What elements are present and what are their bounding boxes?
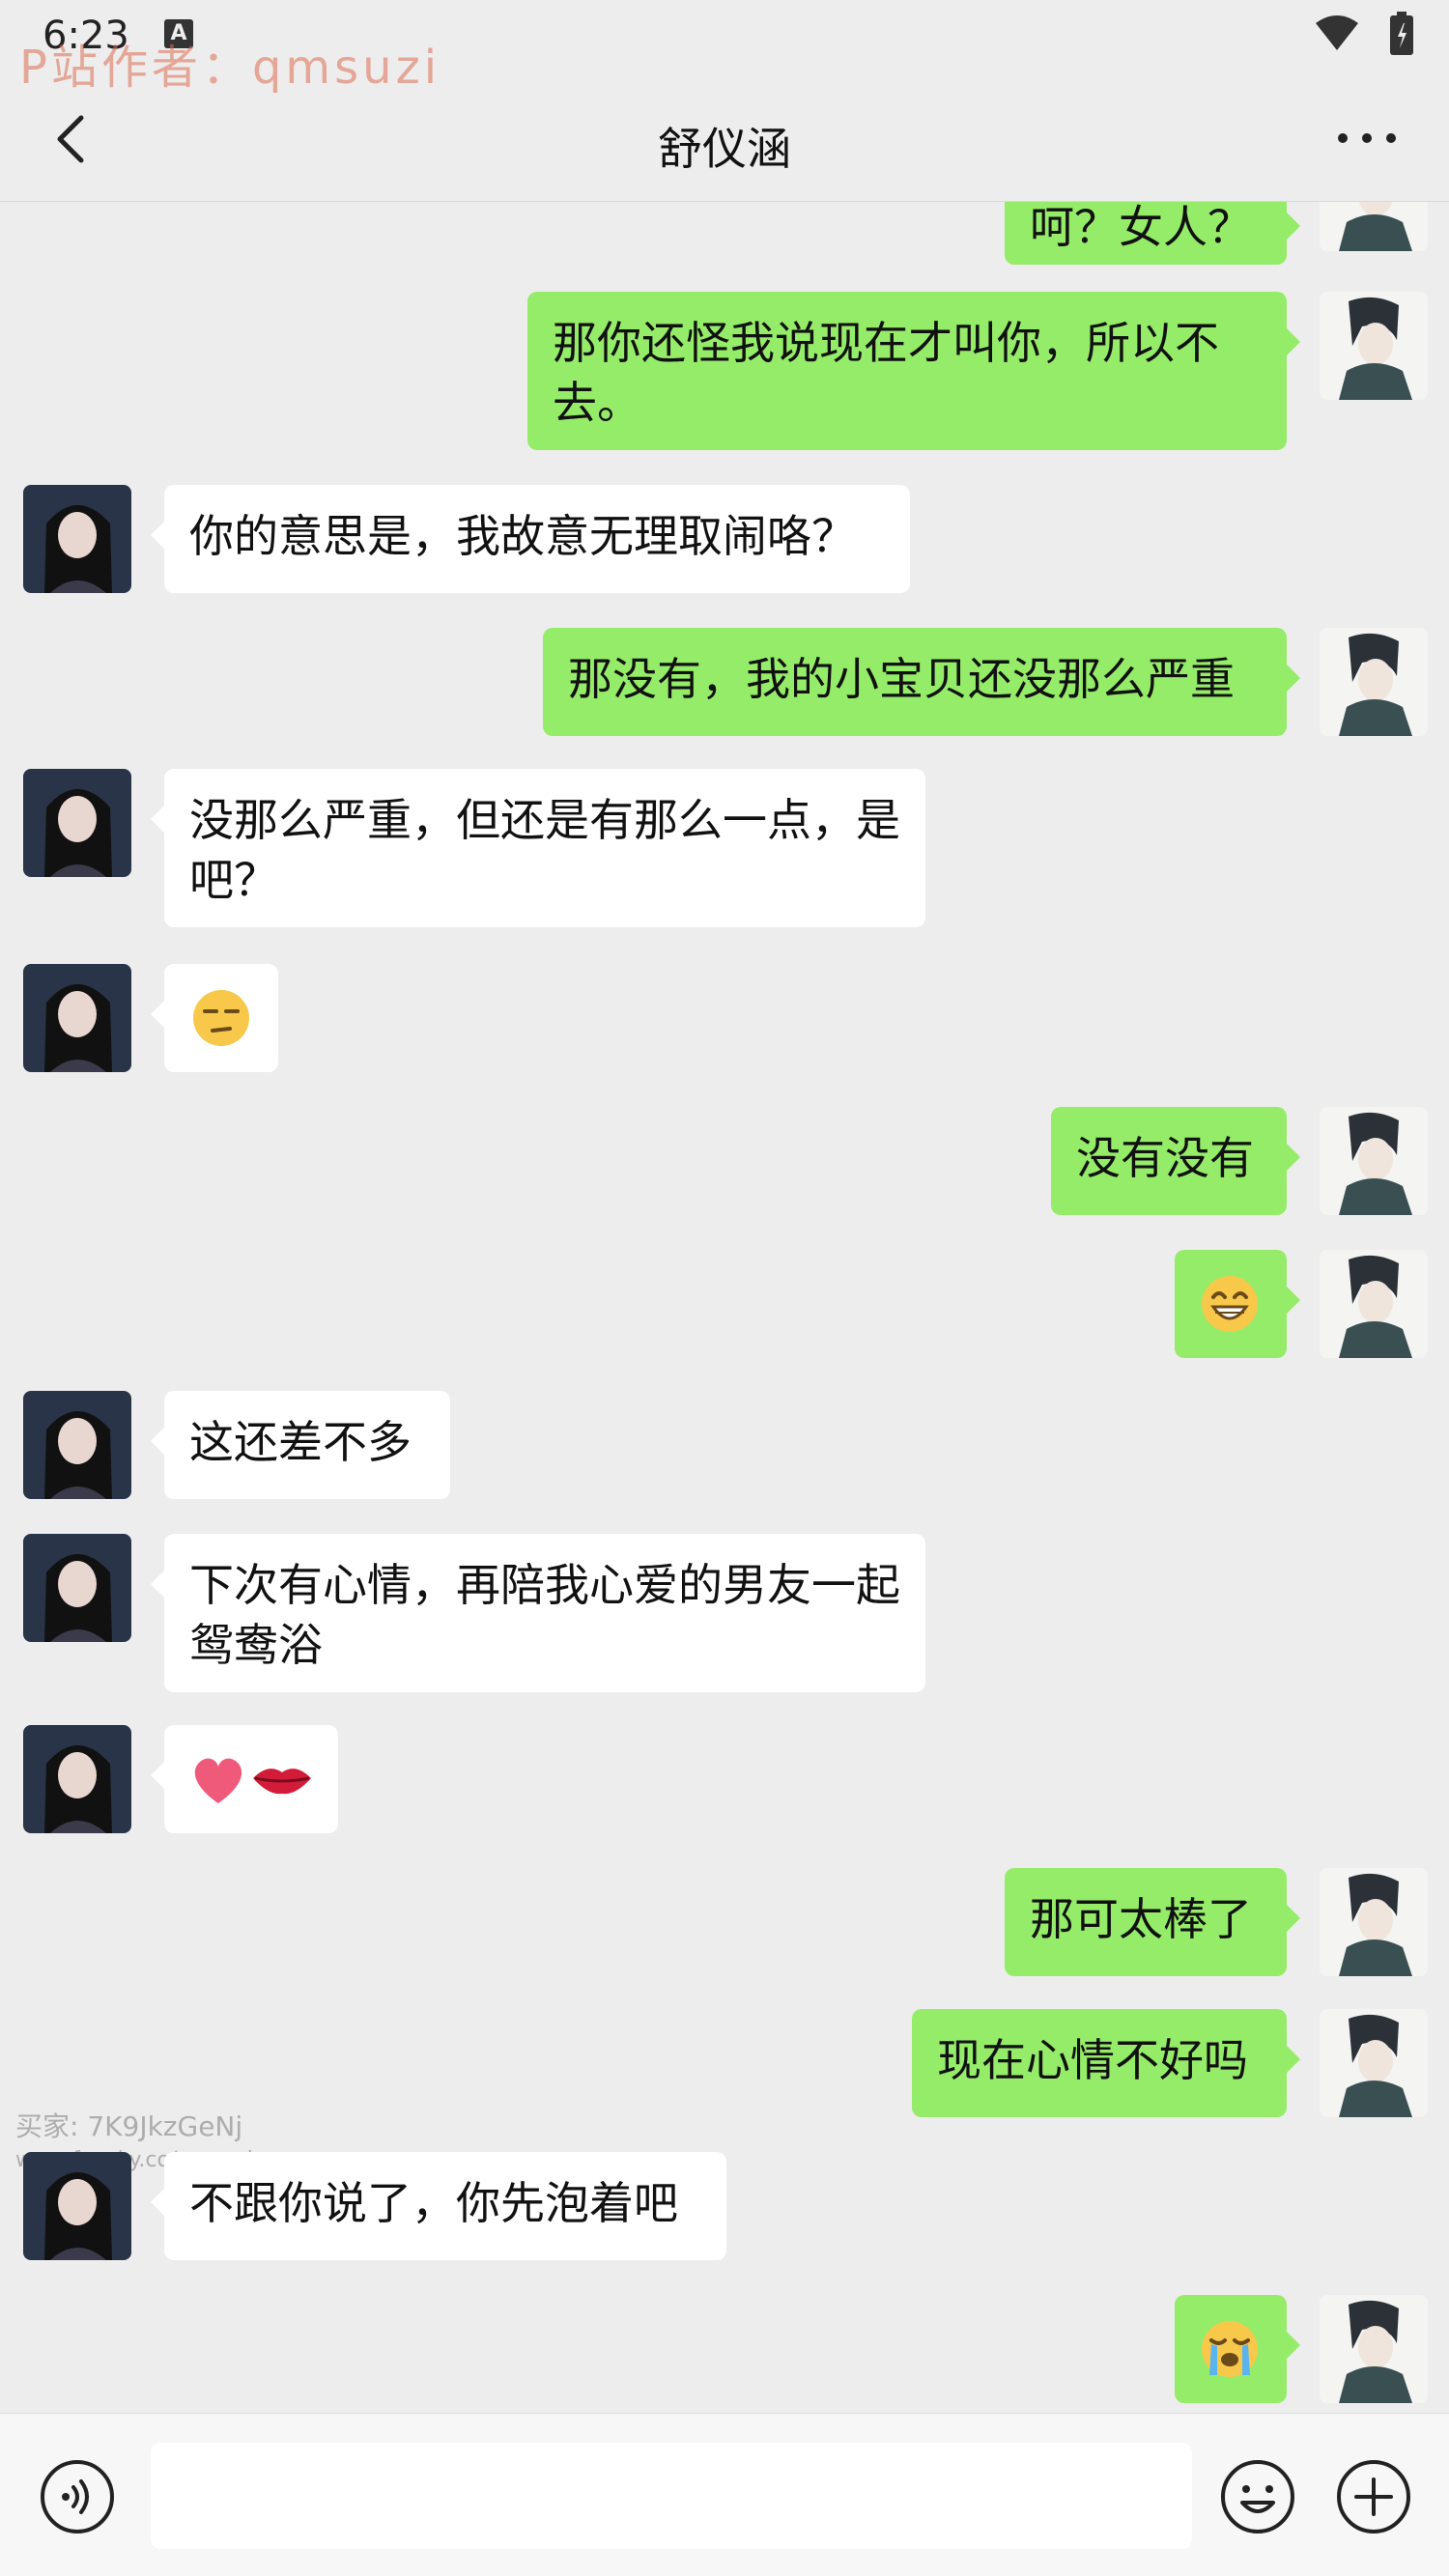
plus-icon[interactable] (1335, 2458, 1412, 2535)
my-avatar[interactable] (1320, 628, 1428, 736)
my-avatar[interactable] (1320, 2009, 1428, 2117)
heart-lips-icon (194, 1758, 311, 1803)
incoming-message[interactable]: 你的意思是，我故意无理取闹咯？ (151, 485, 910, 593)
contact-avatar[interactable] (23, 1534, 131, 1642)
voice-icon[interactable] (39, 2458, 116, 2535)
my-avatar[interactable] (1320, 292, 1428, 400)
incoming-message[interactable]: 下次有心情，再陪我心爱的男友一起鸳鸯浴 (151, 1534, 925, 1692)
input-bar (0, 2413, 1449, 2576)
message-input[interactable] (151, 2443, 1192, 2549)
my-avatar[interactable] (1320, 1107, 1428, 1215)
chat-header: 舒仪涵 (0, 87, 1449, 202)
contact-avatar[interactable] (23, 1725, 131, 1833)
contact-avatar[interactable] (23, 964, 131, 1072)
outgoing-message[interactable]: 没有没有 (1051, 1107, 1300, 1215)
wifi-icon (1316, 15, 1358, 50)
incoming-message[interactable]: 这还差不多 (151, 1391, 450, 1499)
buyer-watermark: 买家: 7K9JkzGeNj (15, 2110, 243, 2142)
grin-face-icon (1202, 1276, 1258, 1332)
incoming-message[interactable]: 没那么严重，但还是有那么一点，是吧？ (151, 769, 925, 927)
outgoing-emoji-message[interactable] (1175, 1250, 1300, 1358)
crying-face-icon (1202, 2321, 1258, 2377)
smirk-face-icon (193, 990, 249, 1046)
incoming-message[interactable]: 不跟你说了，你先泡着吧 (151, 2152, 726, 2260)
creator-watermark: P站作者：qmsuzi (19, 41, 441, 95)
my-avatar[interactable] (1320, 201, 1428, 251)
outgoing-message[interactable]: 那你还怪我说现在才叫你，所以不去。 (527, 292, 1300, 450)
outgoing-emoji-message[interactable] (1175, 2295, 1300, 2403)
outgoing-message[interactable]: 那没有，我的小宝贝还没那么严重 (543, 628, 1300, 736)
contact-avatar[interactable] (23, 769, 131, 877)
contact-avatar[interactable] (23, 485, 131, 593)
battery-icon (1390, 12, 1413, 55)
outgoing-message[interactable]: 那可太棒了 (1005, 1868, 1300, 1976)
outgoing-message[interactable]: 呵？女人？ (1005, 201, 1300, 265)
contact-avatar[interactable] (23, 2152, 131, 2260)
outgoing-message[interactable]: 现在心情不好吗 (912, 2009, 1300, 2117)
my-avatar[interactable] (1320, 1868, 1428, 1976)
incoming-emoji-message[interactable] (151, 964, 278, 1072)
my-avatar[interactable] (1320, 1250, 1428, 1358)
incoming-emoji-message[interactable] (151, 1725, 338, 1833)
contact-avatar[interactable] (23, 1391, 131, 1499)
more-dots-icon[interactable] (1333, 124, 1401, 153)
my-avatar[interactable] (1320, 2295, 1428, 2403)
emoji-icon[interactable] (1219, 2458, 1296, 2535)
chat-title: 舒仪涵 (658, 123, 791, 175)
message-list[interactable]: 呵？女人？ 那你还怪我说现在才叫你，所以不去。 你的意思是，我故意无理取闹咯？ … (0, 201, 1449, 2413)
